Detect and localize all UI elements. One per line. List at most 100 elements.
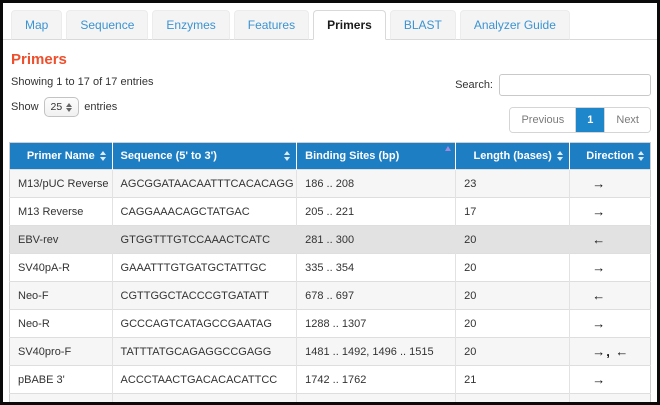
- direction-cell: ←: [570, 394, 651, 405]
- table-row-m13-reverse[interactable]: M13 ReverseCAGGAAACAGCTATGAC205 .. 22117…: [10, 198, 651, 226]
- length-cell: 23: [456, 170, 570, 198]
- table-row-sv40pa-r[interactable]: SV40pA-RGAAATTTGTGATGCTATTGC335 .. 35420…: [10, 254, 651, 282]
- direction-forward-arrow-icon: →: [592, 176, 606, 191]
- primer-name-cell: Neo-F: [10, 282, 113, 310]
- direction-cell: ←: [570, 226, 651, 254]
- table-controls-left: Showing 1 to 17 of 17 entries Show 25 en…: [11, 74, 153, 117]
- sort-both-icon: [100, 151, 106, 161]
- direction-forward-arrow-icon: →: [592, 260, 606, 275]
- tab-map[interactable]: Map: [11, 10, 62, 40]
- binding-sites-cell: 281 .. 300: [297, 226, 456, 254]
- column-label: Primer Name: [27, 150, 95, 162]
- sequence-cell: TATTTATGCAGAGGCCGAGG: [112, 338, 297, 366]
- sort-both-icon: [557, 151, 563, 161]
- binding-sites-cell: 1742 .. 1762: [297, 366, 456, 394]
- table-row-ebv-rev[interactable]: EBV-revGTGGTTTGTCCAAACTCATC281 .. 30020 ←: [10, 226, 651, 254]
- binding-sites-cell: 1481 .. 1492, 1496 .. 1515: [297, 338, 456, 366]
- column-header-binding-sites-bp[interactable]: Binding Sites (bp): [297, 143, 456, 170]
- primers-table-header: Primer Name Sequence (5' to 3') Binding Si…: [10, 143, 651, 170]
- table-row-neo-r[interactable]: Neo-RGCCCAGTCATAGCCGAATAG1288 .. 130720→: [10, 310, 651, 338]
- page-size-control: Show 25 entries: [11, 97, 153, 117]
- direction-cell: ←: [570, 282, 651, 310]
- column-label: Direction: [586, 150, 634, 162]
- show-label: Show: [11, 101, 39, 113]
- primer-name-cell: M13 Reverse: [10, 198, 113, 226]
- binding-sites-cell: 1288 .. 1307: [297, 310, 456, 338]
- search-input[interactable]: [499, 74, 651, 96]
- sequence-cell: GTGGTTTGTCCAAACTCATC: [112, 226, 297, 254]
- column-label: Sequence (5' to 3'): [121, 150, 217, 162]
- direction-cell: →: [570, 310, 651, 338]
- primers-panel: Primers Showing 1 to 17 of 17 entries Sh…: [3, 51, 657, 405]
- direction-reverse-arrow-icon: ←: [592, 288, 606, 303]
- sort-ascending-icon: [445, 146, 451, 151]
- tab-bar: MapSequenceEnzymesFeaturesPrimersBLASTAn…: [3, 3, 657, 40]
- tab-primers[interactable]: Primers: [313, 10, 386, 40]
- tab-sequence[interactable]: Sequence: [66, 10, 148, 40]
- primer-name-cell: Neo-R: [10, 310, 113, 338]
- length-cell: 21: [456, 366, 570, 394]
- table-row-m13-puc-reverse[interactable]: M13/pUC ReverseAGCGGATAACAATTTCACACAGG18…: [10, 170, 651, 198]
- column-header-length-bases[interactable]: Length (bases): [456, 143, 570, 170]
- sort-both-icon: [284, 151, 290, 161]
- binding-sites-cell: 205 .. 221: [297, 198, 456, 226]
- column-header-sequence-5-to-3[interactable]: Sequence (5' to 3'): [112, 143, 297, 170]
- direction-cell: →, ←: [570, 338, 651, 366]
- length-cell: 20: [456, 282, 570, 310]
- page-title: Primers: [11, 51, 651, 68]
- analyzer-window: MapSequenceEnzymesFeaturesPrimersBLASTAn…: [0, 0, 660, 405]
- table-controls: Showing 1 to 17 of 17 entries Show 25 en…: [9, 74, 651, 133]
- pagination-page-1-button[interactable]: 1: [575, 108, 604, 132]
- sequence-cell: GAAATTTGTGATGCTATTGC: [112, 254, 297, 282]
- direction-reverse-arrow-icon: ←: [592, 400, 606, 405]
- direction-forward-arrow-icon: →: [592, 316, 606, 331]
- length-cell: 22: [456, 394, 570, 405]
- primers-table: Primer Name Sequence (5' to 3') Binding Si…: [9, 142, 651, 405]
- length-cell: 20: [456, 254, 570, 282]
- pagination-previous-button[interactable]: Previous: [510, 108, 575, 132]
- select-stepper-icon: [66, 103, 72, 112]
- length-cell: 17: [456, 198, 570, 226]
- page-size-value: 25: [51, 101, 63, 113]
- direction-cell: →: [570, 254, 651, 282]
- length-cell: 20: [456, 338, 570, 366]
- column-label: Length (bases): [474, 150, 552, 162]
- direction-forward-arrow-icon: →: [592, 204, 606, 219]
- pagination-next-button[interactable]: Next: [604, 108, 650, 132]
- search-label: Search:: [455, 79, 493, 91]
- binding-sites-cell: 335 .. 354: [297, 254, 456, 282]
- primer-name-cell: EBV-rev: [10, 226, 113, 254]
- sequence-cell: CGTTGGCTACCCGTGATATT: [112, 282, 297, 310]
- pagination: Previous 1 Next: [509, 107, 651, 133]
- tab-blast[interactable]: BLAST: [390, 10, 456, 40]
- column-header-direction[interactable]: Direction: [570, 143, 651, 170]
- sequence-cell: AGCGGATAACAATTTCACACAGG: [112, 170, 297, 198]
- column-label: Binding Sites (bp): [305, 150, 399, 162]
- primer-name-cell: M13/pUC Reverse: [10, 170, 113, 198]
- sequence-cell: GCCCAGTCATAGCCGAATAG: [112, 310, 297, 338]
- table-row-pbabe-3[interactable]: pBABE 3'ACCCTAACTGACACACATTCC1742 .. 176…: [10, 366, 651, 394]
- direction-cell: →: [570, 366, 651, 394]
- binding-sites-cell: 1881 .. 1902: [297, 394, 456, 405]
- binding-sites-cell: 678 .. 697: [297, 282, 456, 310]
- direction-reverse-arrow-icon: ←: [592, 232, 606, 247]
- tab-analyzer-guide[interactable]: Analyzer Guide: [460, 10, 570, 40]
- primer-name-cell: pBABE 3': [10, 366, 113, 394]
- sequence-cell: ACCCTAACTGACACACATTCC: [112, 366, 297, 394]
- table-row-f1ori-f[interactable]: F1ori-FGTGGACTCTTGTTCCAAACTGG1881 .. 190…: [10, 394, 651, 405]
- direction-cell: →: [570, 170, 651, 198]
- tab-features[interactable]: Features: [234, 10, 309, 40]
- search-control: Search:: [455, 74, 651, 96]
- entries-label: entries: [84, 101, 117, 113]
- table-row-neo-f[interactable]: Neo-FCGTTGGCTACCCGTGATATT678 .. 69720 ←: [10, 282, 651, 310]
- page-size-select[interactable]: 25: [44, 97, 80, 117]
- tab-enzymes[interactable]: Enzymes: [152, 10, 229, 40]
- table-info: Showing 1 to 17 of 17 entries: [11, 76, 153, 88]
- length-cell: 20: [456, 226, 570, 254]
- table-row-sv40pro-f[interactable]: SV40pro-FTATTTATGCAGAGGCCGAGG1481 .. 149…: [10, 338, 651, 366]
- sequence-cell: CAGGAAACAGCTATGAC: [112, 198, 297, 226]
- binding-sites-cell: 186 .. 208: [297, 170, 456, 198]
- direction-cell: →: [570, 198, 651, 226]
- direction-both-arrow-icon: →, ←: [592, 344, 629, 359]
- column-header-primer-name[interactable]: Primer Name: [10, 143, 113, 170]
